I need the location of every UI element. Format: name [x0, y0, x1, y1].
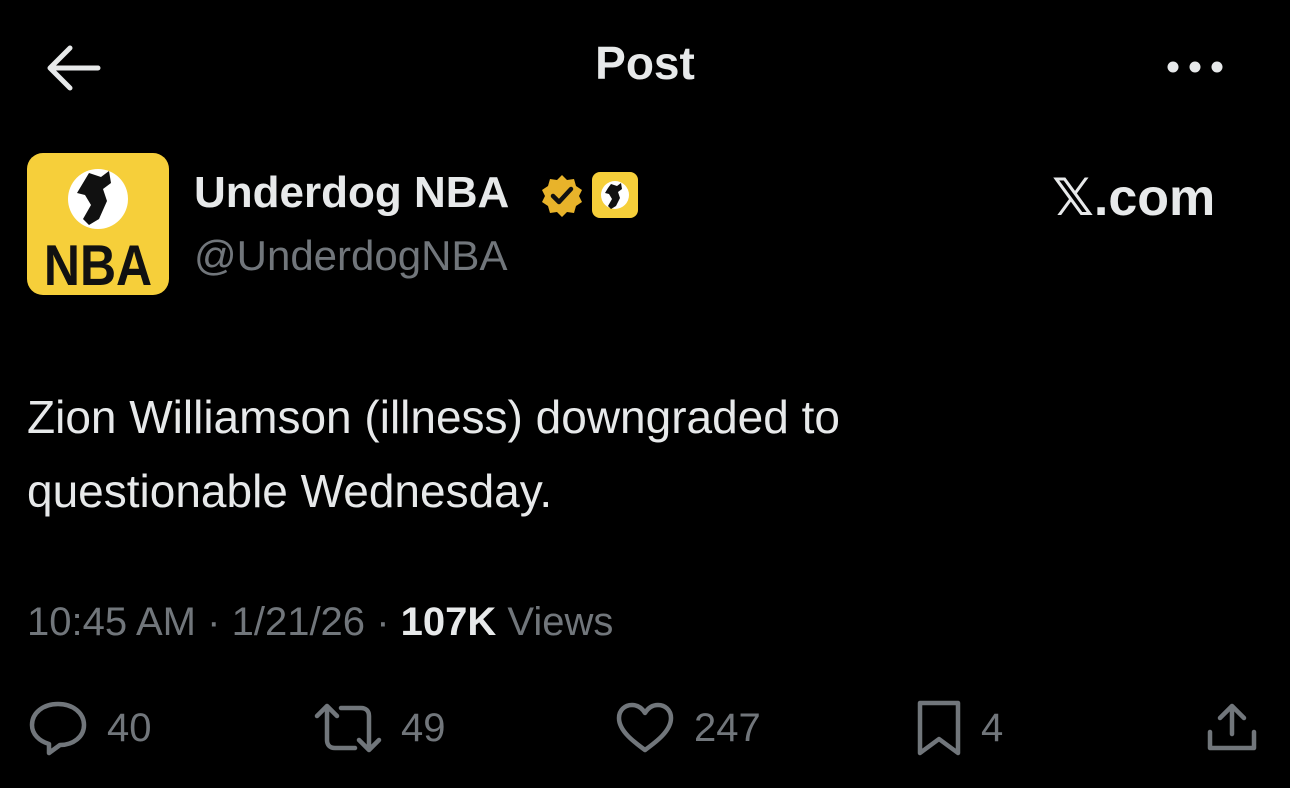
bookmark-count: 4 [981, 705, 1004, 750]
post-text: Zion Williamson (illness) downgraded to … [27, 391, 840, 517]
more-horizontal-icon [1167, 61, 1223, 73]
meta-separator: · [376, 600, 390, 644]
share-button[interactable] [1204, 700, 1260, 759]
avatar-text: NBA [44, 234, 152, 295]
verified-badge-icon [538, 172, 586, 220]
repost-icon [314, 703, 382, 753]
author-name[interactable]: Underdog NBA [194, 168, 509, 218]
post-meta: 10:45 AM · 1/21/26 · 107K Views [27, 600, 613, 645]
repost-button[interactable]: 49 [313, 696, 446, 760]
more-options-button[interactable] [1160, 50, 1230, 84]
views-count[interactable]: 107K [401, 600, 497, 644]
reply-button[interactable]: 40 [27, 696, 152, 760]
affiliate-badge-icon [592, 172, 638, 218]
like-count: 247 [694, 705, 761, 750]
x-com-watermark: 𝕏.com [1052, 169, 1216, 227]
views-label[interactable]: Views [507, 600, 613, 644]
author-handle[interactable]: @UnderdogNBA [194, 232, 507, 280]
reply-icon [29, 701, 87, 756]
post-time[interactable]: 10:45 AM [27, 600, 196, 644]
share-icon [1207, 703, 1257, 751]
meta-separator: · [207, 600, 221, 644]
page-title: Post [595, 37, 695, 89]
post-page: Post NBA Underdog NBA @UnderdogNBA 𝕏.com… [0, 0, 1290, 788]
bookmark-button[interactable]: 4 [915, 696, 1003, 760]
avatar[interactable]: NBA [27, 153, 169, 295]
post-date[interactable]: 1/21/26 [232, 600, 365, 644]
bookmark-icon [917, 700, 961, 756]
heart-icon [616, 702, 674, 753]
underdog-logo-icon: NBA [44, 169, 152, 295]
like-button[interactable]: 247 [614, 696, 761, 760]
repost-count: 49 [401, 705, 446, 750]
reply-count: 40 [107, 705, 152, 750]
